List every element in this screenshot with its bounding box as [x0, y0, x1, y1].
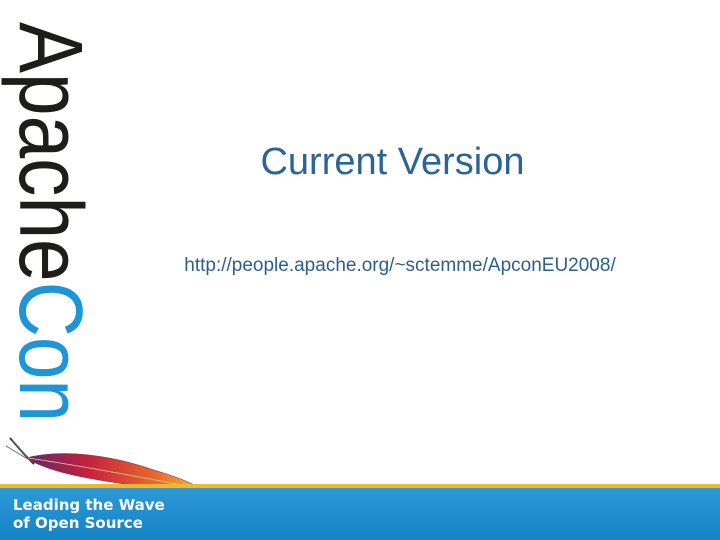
logo-text-con: Con: [0, 282, 100, 422]
tagline-line-2: of Open Source: [13, 514, 143, 532]
footer-tagline: Leading the Wave of Open Source: [13, 496, 165, 532]
svg-text:ApacheCon: ApacheCon: [0, 22, 100, 422]
apachecon-logo: ApacheCon: [0, 22, 100, 422]
slide-title: Current Version: [260, 141, 525, 183]
logo-text-apache: Apache: [0, 22, 100, 282]
footer-bar: Leading the Wave of Open Source: [0, 488, 720, 540]
tagline-line-1: Leading the Wave: [13, 496, 165, 514]
slide-url: http://people.apache.org/~sctemme/ApconE…: [184, 255, 616, 276]
